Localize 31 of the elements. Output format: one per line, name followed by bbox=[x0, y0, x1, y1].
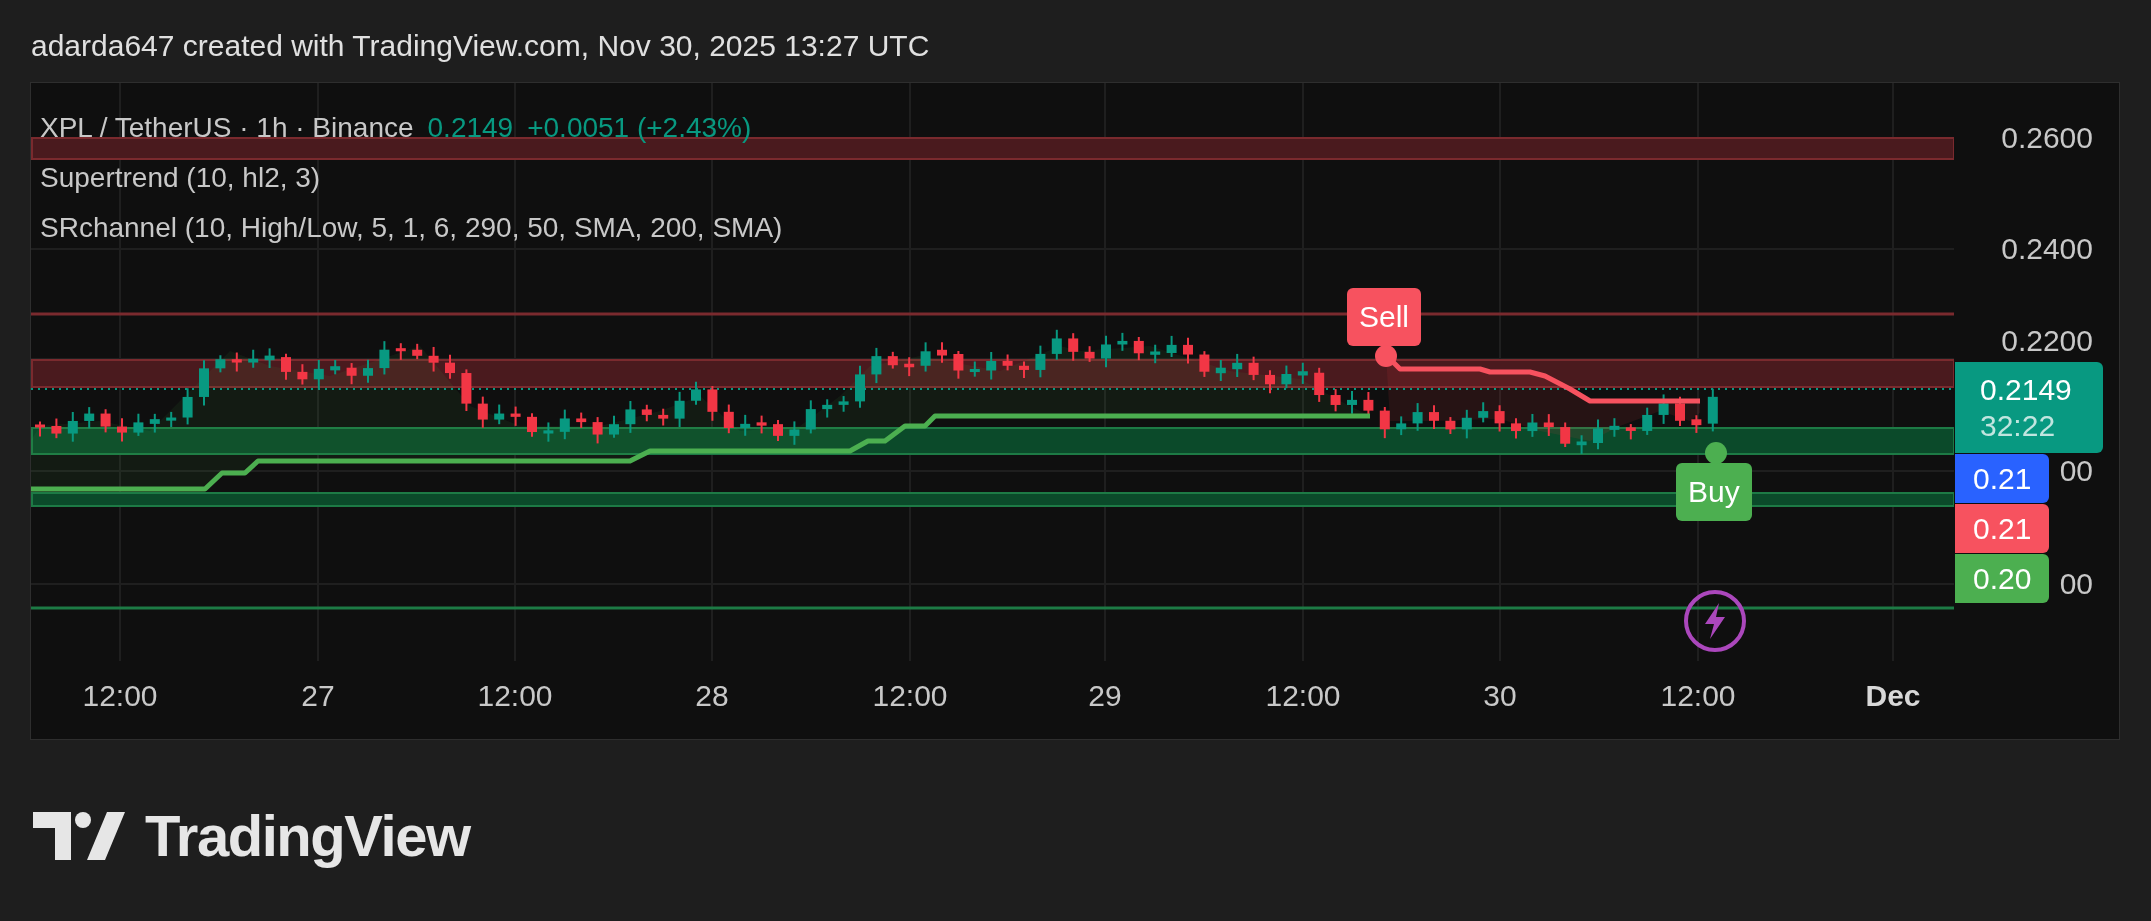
price-axis-label: 0.2600 bbox=[2001, 120, 2093, 156]
price-tag-value: 0.20 bbox=[1973, 560, 2032, 597]
symbol-title: XPL / TetherUS · 1h · Binance bbox=[40, 111, 414, 145]
last-price: 0.2149 bbox=[427, 111, 514, 145]
indicator-title: SRchannel (10, High/Low, 5, 1, 6, 290, 50, SMA, 200, SMA) bbox=[40, 211, 783, 245]
time-axis-label: 27 bbox=[301, 678, 335, 714]
indicator-title: Supertrend (10, hl2, 3) bbox=[40, 161, 322, 195]
buy-signal-label: Buy bbox=[1676, 463, 1752, 521]
time-axis-label: 12:00 bbox=[82, 678, 158, 714]
price-tag-value: 0.2149 bbox=[1980, 371, 2073, 408]
price-tag-value: 0.21 bbox=[1973, 460, 2032, 497]
time-axis-label: 12:00 bbox=[477, 678, 553, 714]
time-axis-label: 30 bbox=[1483, 678, 1517, 714]
logo-icon bbox=[33, 812, 125, 860]
bar-countdown: 32:22 bbox=[1980, 407, 2057, 444]
price-axis-label: 00 bbox=[2059, 566, 2093, 602]
price-axis-label: 00 bbox=[2059, 453, 2093, 489]
price-axis-label: 0.2400 bbox=[2001, 231, 2093, 267]
price-tag-value: 0.21 bbox=[1973, 510, 2032, 547]
time-axis-label: 12:00 bbox=[1660, 678, 1736, 714]
time-axis-label: Dec bbox=[1865, 678, 1921, 714]
sell-signal-label: Sell bbox=[1347, 288, 1422, 346]
lightning-icon[interactable] bbox=[1683, 589, 1747, 653]
chart-caption: adarda647 created with TradingView.com, Nov 30, 2025 13:27 UTC bbox=[31, 29, 930, 62]
time-axis-label: 12:00 bbox=[1265, 678, 1341, 714]
price-change: +0.0051 (+2.43%) bbox=[527, 111, 752, 145]
time-axis-label: 28 bbox=[695, 678, 729, 714]
brand-name: TradingView bbox=[145, 804, 470, 868]
price-axis-label: 0.2200 bbox=[2001, 323, 2093, 359]
time-axis-label: 12:00 bbox=[872, 678, 948, 714]
time-axis-label: 29 bbox=[1088, 678, 1122, 714]
